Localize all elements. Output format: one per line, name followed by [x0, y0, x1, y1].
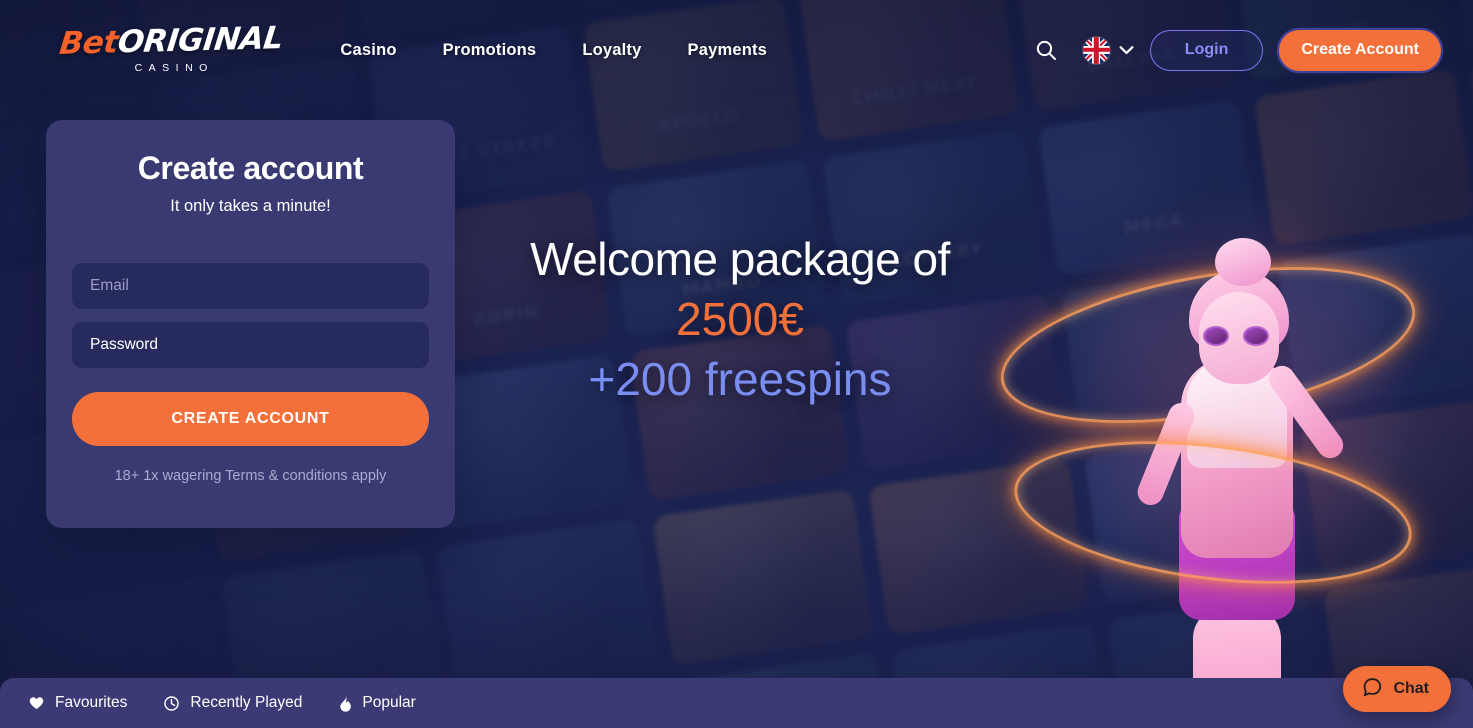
main-navigation: Casino Promotions Loyalty Payments: [340, 41, 767, 60]
header-actions: Login Create Account: [1031, 29, 1441, 71]
heart-icon: [28, 695, 45, 711]
hero-freespins: +200 freespins: [588, 353, 892, 405]
hero-promo-text: Welcome package of 2500€ +200 freespins: [500, 232, 980, 406]
language-selector[interactable]: [1082, 36, 1134, 64]
page-root: FRENZY DROP CHASE PRE MAC ROCKET ATTACK …: [0, 0, 1473, 728]
site-header: BetORIGINAL CASINO Casino Promotions Loy…: [0, 0, 1473, 100]
chat-widget-label: Chat: [1393, 680, 1429, 697]
brand-logo-wordmark: BetORIGINAL: [57, 20, 285, 62]
nav-item-promotions[interactable]: Promotions: [443, 41, 537, 60]
signup-card: Create account It only takes a minute! C…: [46, 120, 455, 528]
chat-widget-button[interactable]: Chat: [1343, 666, 1451, 712]
nav-item-loyalty[interactable]: Loyalty: [582, 41, 641, 60]
nav-item-casino[interactable]: Casino: [340, 41, 396, 60]
brand-logo-subtitle: CASINO: [134, 62, 214, 74]
signup-title: Create account: [137, 150, 364, 186]
quick-links-bar: Favourites Recently Played Popular: [0, 678, 1473, 728]
signup-subtitle: It only takes a minute!: [170, 197, 331, 215]
search-icon[interactable]: [1031, 35, 1061, 65]
quick-link-favourites[interactable]: Favourites: [28, 694, 127, 712]
hero-headline: Welcome package of: [530, 233, 950, 285]
quick-link-label: Popular: [362, 694, 416, 711]
terms-and-conditions-text[interactable]: 18+ 1x wagering Terms & conditions apply: [72, 468, 429, 484]
brand-logo-bet: Bet: [57, 24, 120, 62]
clock-icon: [163, 695, 180, 712]
quick-link-popular[interactable]: Popular: [338, 694, 416, 712]
chevron-down-icon: [1119, 46, 1134, 55]
password-input[interactable]: [72, 322, 429, 368]
hero-bonus-amount: 2500€: [676, 293, 804, 345]
uk-flag-icon: [1082, 36, 1110, 64]
quick-link-recently-played[interactable]: Recently Played: [163, 694, 302, 712]
email-input[interactable]: [72, 263, 429, 309]
flame-icon: [338, 694, 352, 712]
login-button[interactable]: Login: [1149, 29, 1264, 71]
create-account-button-header[interactable]: Create Account: [1279, 29, 1441, 71]
chat-bubble-icon: [1361, 676, 1383, 703]
brand-logo-original: ORIGINAL: [115, 20, 285, 61]
create-account-submit-button[interactable]: CREATE ACCOUNT: [72, 392, 429, 446]
quick-link-label: Favourites: [55, 694, 128, 711]
brand-logo[interactable]: BetORIGINAL CASINO: [57, 20, 285, 74]
nav-item-payments[interactable]: Payments: [687, 41, 767, 60]
quick-link-label: Recently Played: [190, 694, 303, 711]
